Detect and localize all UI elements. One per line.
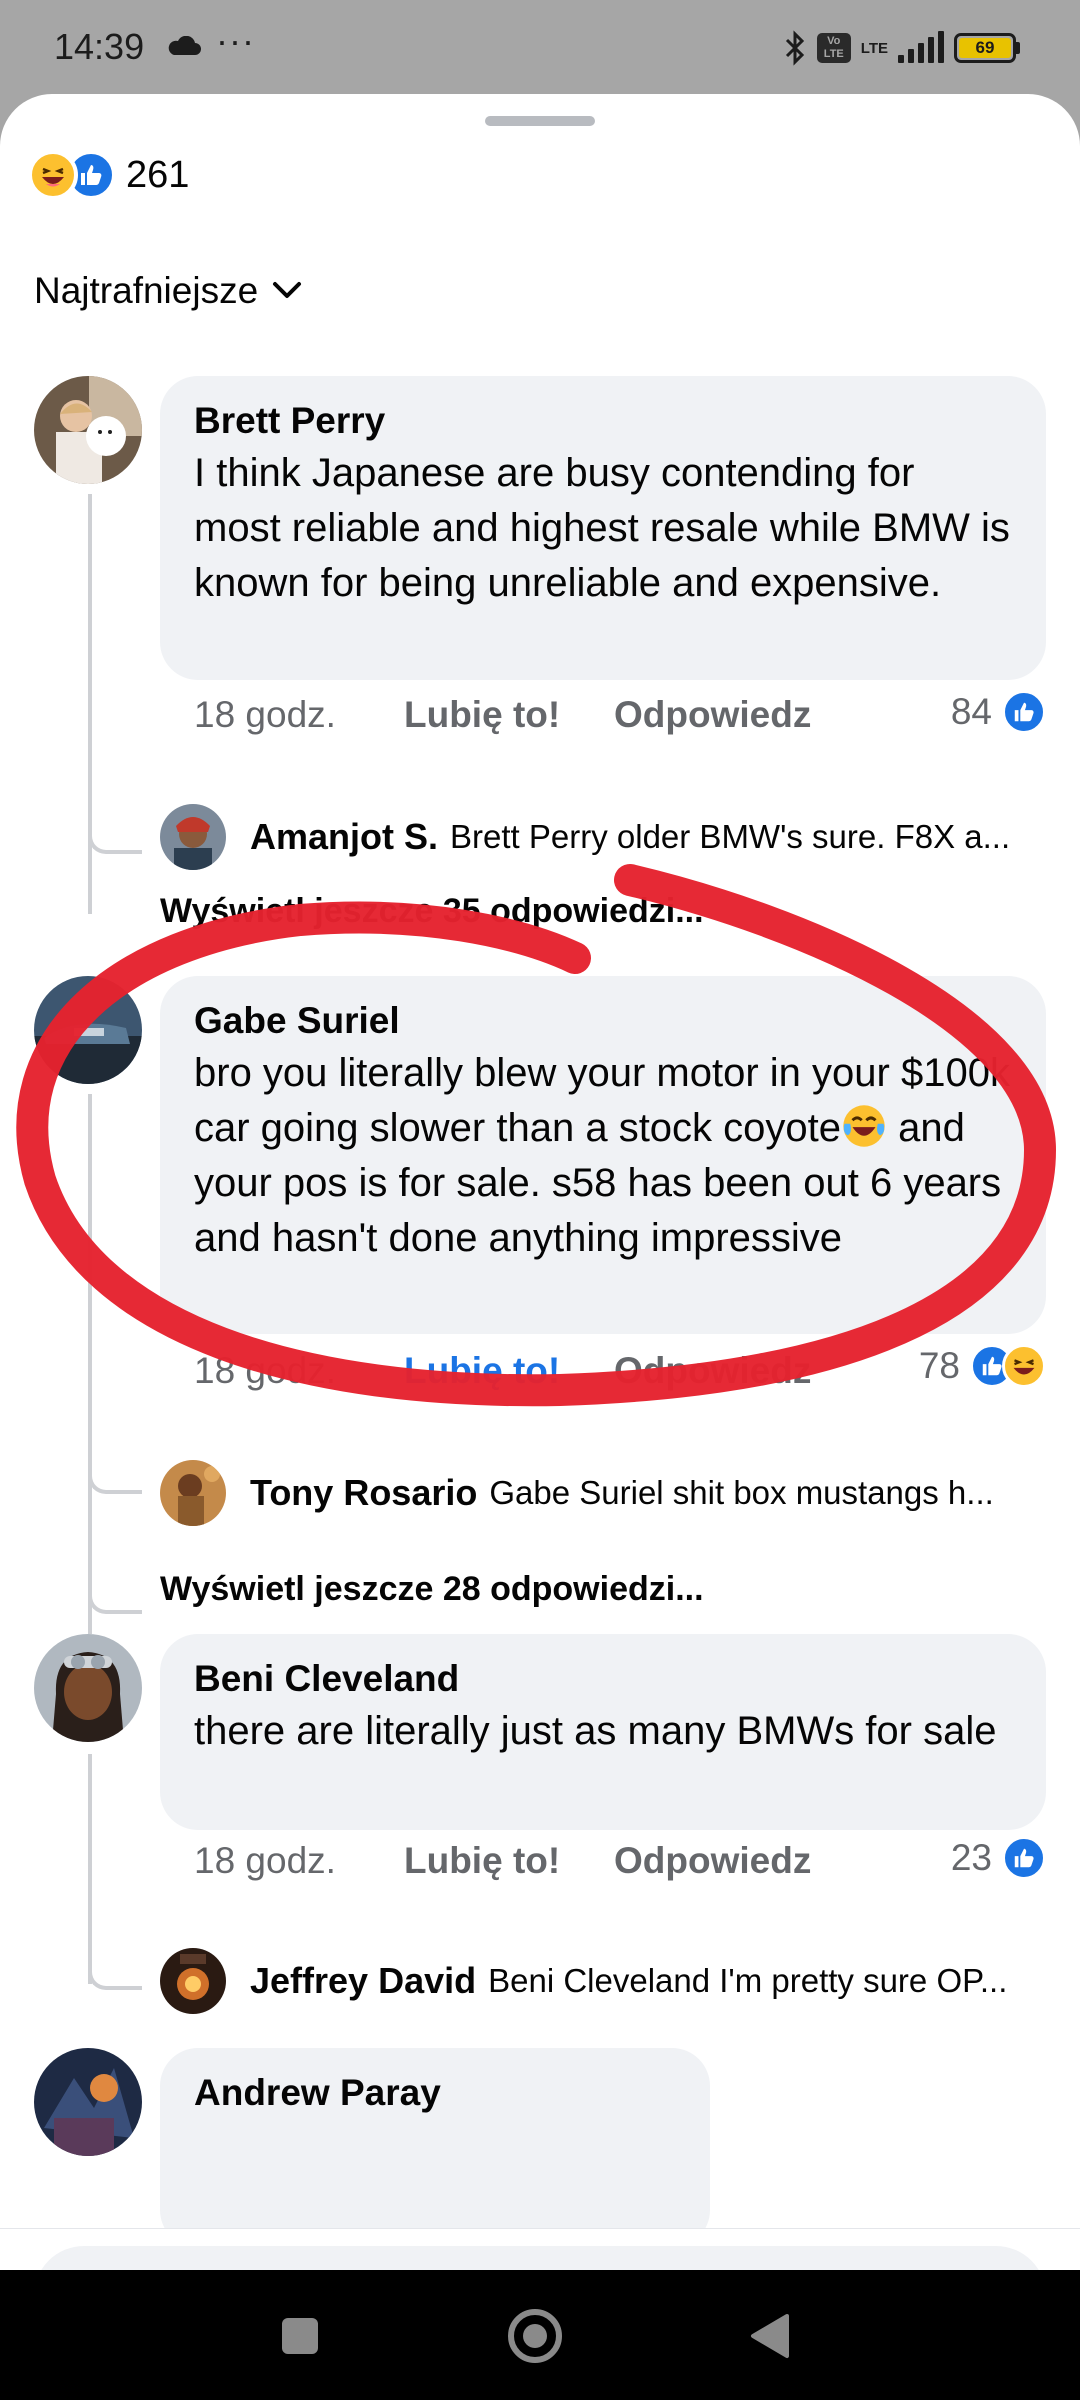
thread-line bbox=[88, 494, 92, 914]
thread-connector bbox=[88, 1534, 142, 1614]
comment-reaction-count: 23 bbox=[950, 1837, 992, 1878]
comment-bubble[interactable]: Gabe Suriel bro you literally blew your … bbox=[160, 976, 1046, 1334]
comment-reactions[interactable]: 78 bbox=[919, 1344, 1046, 1388]
avatar bbox=[160, 1948, 226, 2014]
reply-author: Jeffrey David bbox=[250, 1960, 477, 2001]
thread-connector bbox=[88, 754, 142, 854]
reply-preview[interactable]: Jeffrey David Beni Cleveland I'm pretty … bbox=[160, 1946, 1046, 2016]
thread-connector bbox=[88, 1930, 142, 1990]
status-bar: 14:39 ··· Vo LTE LTE 69 bbox=[0, 0, 1080, 96]
reply-text: Brett Perry older BMW's sure. F8X a... bbox=[450, 818, 1011, 855]
reply-button[interactable]: Odpowiedz bbox=[614, 1350, 811, 1392]
comment-author[interactable]: Brett Perry bbox=[194, 396, 1012, 446]
comment-bubble[interactable]: Andrew Paray bbox=[160, 2048, 710, 2248]
comment-age[interactable]: 18 godz. bbox=[194, 1840, 404, 1882]
avatar bbox=[160, 1460, 226, 1526]
reply-author: Tony Rosario bbox=[250, 1472, 478, 1513]
more-notifications-icon: ··· bbox=[216, 20, 255, 61]
cloud-icon bbox=[168, 36, 201, 55]
back-nav-icon bbox=[751, 2314, 789, 2358]
chevron-down-icon bbox=[273, 282, 302, 298]
reply-text: Gabe Suriel shit box mustangs h... bbox=[489, 1474, 994, 1511]
like-button[interactable]: Lubię to! bbox=[404, 694, 614, 736]
avatar[interactable] bbox=[34, 976, 142, 1084]
like-reaction-icon bbox=[1002, 690, 1046, 734]
sort-dropdown[interactable]: Najtrafniejsze bbox=[34, 270, 302, 312]
comments-sheet: 261 Najtrafniejsze Brett Perry I think J… bbox=[0, 94, 1080, 2270]
thread-connector bbox=[88, 1414, 142, 1494]
reply-preview[interactable]: Amanjot S. Brett Perry older BMW's sure.… bbox=[160, 802, 1046, 872]
tears-of-joy-emoji-icon bbox=[843, 1105, 885, 1147]
comment-text: I think Japanese are busy contending for… bbox=[194, 451, 1010, 605]
comment-actions: 18 godz. Lubię to! Odpowiedz bbox=[194, 1350, 811, 1392]
reply-button[interactable]: Odpowiedz bbox=[614, 1840, 811, 1882]
like-button[interactable]: Lubię to! bbox=[404, 1840, 614, 1882]
reply-button[interactable]: Odpowiedz bbox=[614, 694, 811, 736]
drag-handle[interactable] bbox=[485, 116, 595, 126]
home-button[interactable] bbox=[505, 2306, 565, 2366]
comment-reactions[interactable]: 84 bbox=[951, 690, 1046, 734]
status-time: 14:39 bbox=[54, 26, 145, 67]
comment-author[interactable]: Andrew Paray bbox=[194, 2068, 676, 2118]
comment-author[interactable]: Beni Cleveland bbox=[194, 1654, 1012, 1704]
view-more-replies[interactable]: Wyświetl jeszcze 35 odpowiedzi... bbox=[160, 892, 704, 931]
signal-icon bbox=[898, 31, 944, 63]
comment-age[interactable]: 18 godz. bbox=[194, 1350, 404, 1392]
reaction-count: 261 bbox=[126, 153, 190, 196]
like-reaction-icon bbox=[1002, 1836, 1046, 1880]
reply-text: Beni Cleveland I'm pretty sure OP... bbox=[488, 1962, 1008, 1999]
avatar[interactable] bbox=[34, 2048, 142, 2156]
avatar[interactable] bbox=[34, 1634, 142, 1742]
comment-input[interactable] bbox=[34, 2246, 1046, 2270]
avatar bbox=[160, 804, 226, 870]
comment-bubble[interactable]: Brett Perry I think Japanese are busy co… bbox=[160, 376, 1046, 680]
view-more-replies[interactable]: Wyświetl jeszcze 28 odpowiedzi... bbox=[160, 1570, 704, 1609]
comment-actions: 18 godz. Lubię to! Odpowiedz bbox=[194, 694, 811, 736]
status-indicators: Vo LTE LTE 69 bbox=[783, 28, 1020, 68]
comment-text: there are literally just as many BMWs fo… bbox=[194, 1709, 997, 1753]
comment-composer bbox=[0, 2228, 1080, 2270]
recents-button[interactable] bbox=[270, 2306, 330, 2366]
comment-text: bro you literally blew your motor in you… bbox=[194, 1046, 1012, 1266]
home-nav-icon bbox=[508, 2309, 562, 2363]
navigation-bar bbox=[0, 2270, 1080, 2400]
battery-icon: 69 bbox=[954, 33, 1020, 63]
like-button[interactable]: Lubię to! bbox=[404, 1350, 614, 1392]
comment-bubble[interactable]: Beni Cleveland there are literally just … bbox=[160, 1634, 1046, 1830]
reply-preview[interactable]: Tony Rosario Gabe Suriel shit box mustan… bbox=[160, 1458, 1046, 1528]
sort-label: Najtrafniejsze bbox=[34, 270, 259, 311]
reply-author: Amanjot S. bbox=[250, 816, 439, 857]
network-type: LTE bbox=[860, 39, 888, 57]
haha-reaction-icon bbox=[1002, 1344, 1046, 1388]
avatar[interactable] bbox=[34, 376, 142, 484]
volte-badge: Vo LTE bbox=[816, 33, 851, 63]
comment-actions: 18 godz. Lubię to! Odpowiedz bbox=[194, 1840, 811, 1882]
square-nav-icon bbox=[282, 2318, 318, 2354]
reactions-summary[interactable]: 261 bbox=[28, 150, 189, 200]
comment-age[interactable]: 18 godz. bbox=[194, 694, 404, 736]
comment-reaction-count: 84 bbox=[950, 691, 992, 732]
haha-reaction-icon bbox=[28, 150, 78, 200]
bluetooth-icon bbox=[785, 30, 804, 66]
comment-reaction-count: 78 bbox=[918, 1345, 960, 1386]
comment-author[interactable]: Gabe Suriel bbox=[194, 996, 1012, 1046]
back-button[interactable] bbox=[740, 2306, 800, 2366]
comment-reactions[interactable]: 23 bbox=[951, 1836, 1046, 1880]
battery-level: 69 bbox=[959, 38, 1011, 58]
